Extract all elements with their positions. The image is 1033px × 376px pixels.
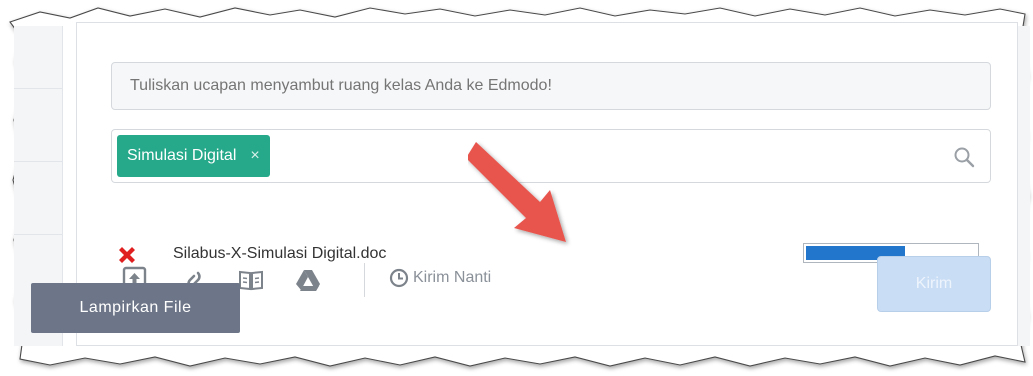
- chip-remove-icon[interactable]: ×: [250, 135, 259, 177]
- google-drive-icon[interactable]: [294, 265, 322, 295]
- toolbar-divider: [364, 263, 365, 297]
- divider: [14, 88, 62, 89]
- send-button[interactable]: Kirim: [877, 256, 991, 312]
- divider: [14, 161, 62, 162]
- recipient-chip-label: Simulasi Digital: [127, 147, 237, 164]
- schedule-button[interactable]: Kirim Nanti: [389, 268, 491, 288]
- schedule-label: Kirim Nanti: [413, 269, 492, 286]
- annotation-arrow: [468, 142, 566, 242]
- divider: [14, 234, 62, 235]
- search-icon[interactable]: [952, 145, 976, 169]
- greeting-input[interactable]: [111, 62, 991, 110]
- attachment-file-name: Silabus-X-Simulasi Digital.doc: [173, 245, 387, 262]
- library-icon[interactable]: [237, 265, 265, 295]
- attach-file-tooltip: Lampirkan File: [31, 283, 240, 333]
- recipient-chip: Simulasi Digital ×: [117, 135, 270, 177]
- remove-file-icon[interactable]: [116, 244, 138, 266]
- clock-icon: [389, 268, 409, 288]
